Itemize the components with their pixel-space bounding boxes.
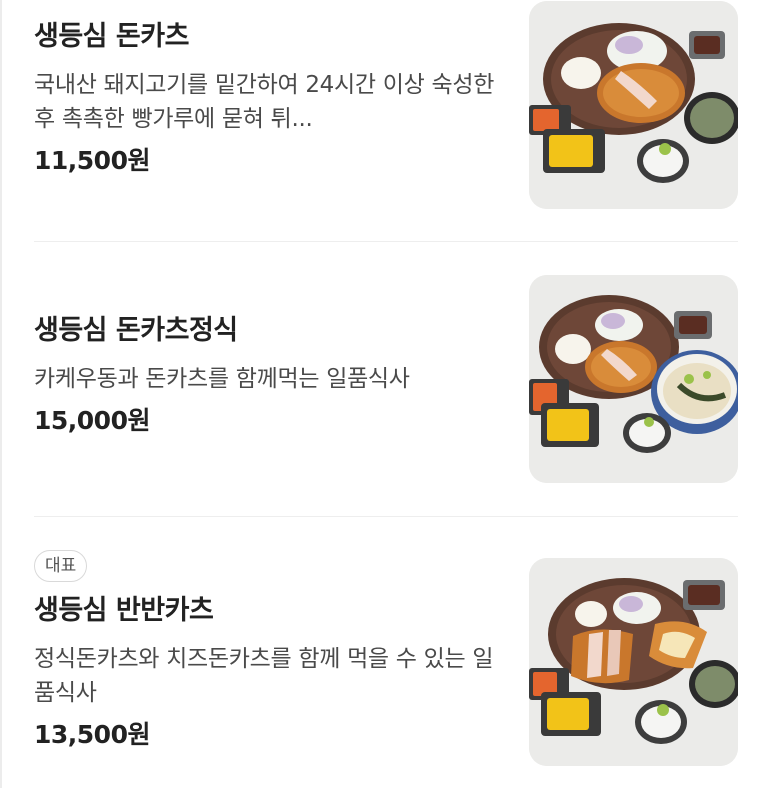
menu-item-photo[interactable] [529,275,738,483]
menu-list: 생등심 돈카츠 국내산 돼지고기를 밑간하여 24시간 이상 숙성한후 촉촉한 … [0,0,764,788]
menu-item-text: 대표 생등심 반반카츠 정식돈카츠와 치즈돈카츠를 함께 먹을 수 있는 일품식… [34,550,504,752]
menu-item-half-half-katsu[interactable]: 대표 생등심 반반카츠 정식돈카츠와 치즈돈카츠를 함께 먹을 수 있는 일품식… [0,517,764,788]
menu-item-text: 생등심 돈카츠정식 카케우동과 돈카츠를 함께먹는 일품식사 15,000원 [34,312,504,438]
tonkatsu-set-with-udon-photo-icon [529,275,738,483]
menu-item-price: 11,500원 [34,146,150,175]
tonkatsu-plate-photo-icon [529,1,738,209]
menu-item-text: 생등심 돈카츠 국내산 돼지고기를 밑간하여 24시간 이상 숙성한후 촉촉한 … [34,18,504,178]
signature-badge: 대표 [34,550,88,582]
menu-item-photo[interactable] [529,1,738,209]
menu-item-description: 국내산 돼지고기를 밑간하여 24시간 이상 숙성한후 촉촉한 빵가루에 묻혀 … [34,72,495,132]
menu-item-name: 생등심 반반카츠 [34,595,214,626]
menu-item-name: 생등심 돈카츠정식 [34,315,238,346]
menu-item-tonkatsu-set[interactable]: 생등심 돈카츠정식 카케우동과 돈카츠를 함께먹는 일품식사 15,000원 [0,243,764,516]
menu-item-description: 카케우동과 돈카츠를 함께먹는 일품식사 [34,366,410,392]
menu-item-description: 정식돈카츠와 치즈돈카츠를 함께 먹을 수 있는 일품식사 [34,646,494,706]
divider [34,241,738,242]
menu-item-photo[interactable] [529,558,738,766]
menu-item-price: 13,500원 [34,720,150,749]
menu-item-price: 15,000원 [34,406,150,435]
menu-item-tonkatsu[interactable]: 생등심 돈카츠 국내산 돼지고기를 밑간하여 24시간 이상 숙성한후 촉촉한 … [0,0,764,242]
half-half-katsu-plate-photo-icon [529,558,738,766]
menu-item-name: 생등심 돈카츠 [34,21,189,52]
